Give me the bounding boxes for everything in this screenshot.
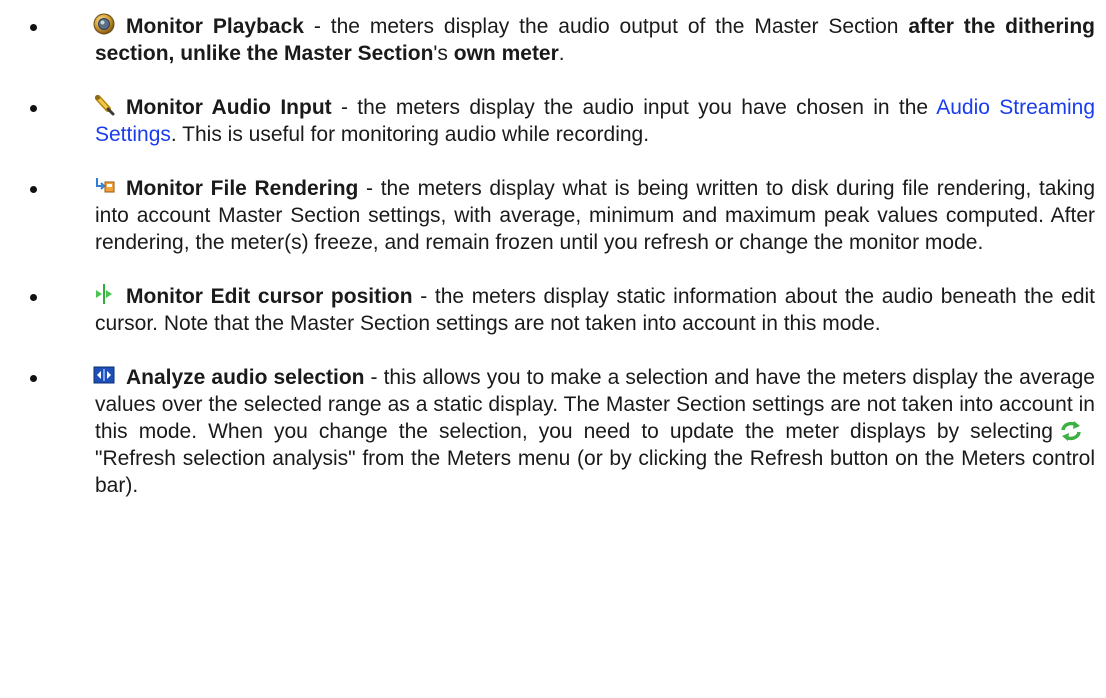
item-text: . This is useful for monitoring audio wh… xyxy=(170,123,650,146)
list-item: Monitor Audio Input - the meters display… xyxy=(30,94,1095,148)
item-title: Monitor Audio Input xyxy=(126,96,332,119)
bullet xyxy=(30,294,37,301)
list-item: Monitor File Rendering - the meters disp… xyxy=(30,175,1095,256)
list-item: Analyze audio selection - this allows yo… xyxy=(30,364,1095,499)
item-title: Monitor File Rendering xyxy=(126,177,359,200)
probe-icon xyxy=(93,94,115,116)
edit-cursor-icon xyxy=(93,283,115,305)
bullet xyxy=(30,375,37,382)
bullet xyxy=(30,186,37,193)
refresh-icon xyxy=(1059,420,1083,442)
item-title: Analyze audio selection xyxy=(126,366,365,389)
list-item: Monitor Playback - the meters display th… xyxy=(30,13,1095,67)
analyze-selection-icon xyxy=(93,364,115,386)
bullet xyxy=(30,24,37,31)
item-text: - the meters display the audio input you… xyxy=(331,96,937,119)
item-text: 's xyxy=(433,42,454,65)
item-text: - the meters display the audio output of… xyxy=(303,15,909,38)
item-title: Monitor Edit cursor position xyxy=(126,285,413,308)
list-item: Monitor Edit cursor position - the meter… xyxy=(30,283,1095,337)
item-bold-text: own meter xyxy=(453,42,559,65)
document-body: Monitor Playback - the meters display th… xyxy=(0,0,1106,499)
file-render-icon xyxy=(93,175,115,197)
item-text: . xyxy=(558,42,565,65)
item-title: Monitor Playback xyxy=(126,15,304,38)
bullet xyxy=(30,105,37,112)
speaker-icon xyxy=(93,13,115,35)
item-text: "Refresh selection analysis" from the Me… xyxy=(95,447,1095,497)
